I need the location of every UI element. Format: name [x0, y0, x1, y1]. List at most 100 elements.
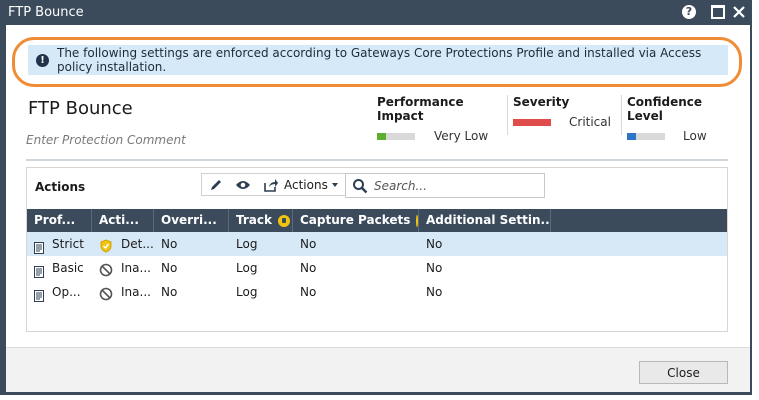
profile-icon — [34, 286, 44, 302]
divider — [26, 159, 728, 161]
table-row[interactable]: Op... Ina... No Log No No — [27, 280, 727, 304]
table-cell-track: Log — [229, 232, 293, 256]
cell-text: No — [426, 261, 443, 275]
column-header-track[interactable]: Track — [229, 209, 293, 232]
meter-segment — [404, 133, 415, 140]
close-icon[interactable] — [731, 4, 747, 20]
confidence-level: Confidence Level Low — [627, 95, 731, 145]
search-icon — [353, 179, 368, 194]
close-button[interactable]: Close — [639, 361, 728, 384]
dialog-content: ! The following settings are enforced ac… — [6, 25, 750, 392]
search-input[interactable] — [374, 178, 534, 193]
column-header-additional-settings[interactable]: Additional Settin... — [419, 209, 551, 232]
cell-text: Strict — [52, 237, 84, 251]
cell-text: Log — [236, 261, 258, 275]
lightbulb-icon — [416, 214, 418, 227]
cell-text: Det... — [121, 237, 154, 251]
cell-text: No — [161, 285, 178, 299]
info-banner: ! The following settings are enforced ac… — [28, 45, 728, 75]
edit-icon[interactable] — [209, 177, 223, 193]
table-row[interactable]: Basic Ina... No Log No No — [27, 256, 727, 280]
export-icon — [264, 179, 278, 192]
performance-impact-label: Performance Impact — [377, 95, 464, 123]
search-box — [345, 173, 545, 198]
inactive-icon — [99, 261, 113, 277]
shield-icon — [99, 237, 113, 253]
column-header-track-label: Track — [236, 213, 272, 227]
protection-comment-field[interactable]: Enter Protection Comment — [26, 133, 186, 147]
table-cell-capture: No — [293, 256, 419, 280]
inactive-icon — [99, 285, 113, 301]
meter-segment — [395, 133, 404, 140]
performance-impact-value: Very Low — [434, 129, 489, 143]
table-cell-additional: No — [419, 280, 551, 304]
meter-segment — [540, 119, 551, 126]
meter-segment — [645, 133, 654, 140]
table-cell-profile: Strict — [27, 232, 92, 256]
table-cell-override: No — [154, 280, 229, 304]
cell-text: No — [300, 237, 317, 251]
protection-title: FTP Bounce — [28, 98, 133, 119]
severity-label: Severity — [513, 95, 570, 109]
cell-text: No — [426, 285, 443, 299]
severity-value: Critical — [569, 115, 611, 129]
table-cell-track: Log — [229, 256, 293, 280]
table-cell-additional: No — [419, 256, 551, 280]
info-icon: ! — [36, 53, 49, 67]
table-cell-profile: Op... — [27, 280, 92, 304]
table-cell-override: No — [154, 232, 229, 256]
meter-segment — [636, 133, 645, 140]
cell-text: Op... — [52, 285, 81, 299]
meter-segment — [377, 133, 386, 140]
window-title: FTP Bounce — [8, 5, 84, 20]
table-cell-action: Ina... — [92, 256, 154, 280]
meter-segment — [531, 119, 540, 126]
dialog-window: FTP Bounce ? ! The following settings ar… — [0, 0, 752, 395]
table-row[interactable]: Strict Det... No Log No No — [27, 232, 727, 256]
actions-toolbar: Actions — [201, 173, 367, 196]
cell-text: Ina... — [121, 285, 151, 299]
column-header-capture-packets[interactable]: Capture Packets — [293, 209, 419, 232]
performance-impact: Performance Impact Very Low — [377, 95, 503, 145]
cell-text: No — [426, 237, 443, 251]
actions-menu-label: Actions — [284, 178, 328, 192]
meter-segment — [522, 119, 531, 126]
table-cell-action: Det... — [92, 232, 154, 256]
actions-menu-button[interactable]: Actions — [264, 177, 339, 193]
table-cell-capture: No — [293, 280, 419, 304]
view-icon[interactable] — [235, 177, 251, 193]
actions-panel: Actions Actions Prof... — [26, 167, 728, 332]
help-icon[interactable]: ? — [681, 4, 697, 20]
table-cell-action: Ina... — [92, 280, 154, 304]
cell-text: No — [300, 285, 317, 299]
meter-segment — [386, 133, 395, 140]
metric-divider — [507, 95, 508, 135]
table-header: Prof... Acti... Overri... Track Capture … — [27, 209, 727, 232]
column-header-override[interactable]: Overri... — [154, 209, 229, 232]
column-header-action[interactable]: Acti... — [92, 209, 154, 232]
cell-text: No — [161, 261, 178, 275]
severity: Severity Critical — [513, 95, 617, 131]
actions-heading: Actions — [35, 180, 86, 194]
metric-divider — [621, 95, 622, 135]
table-cell-override: No — [154, 256, 229, 280]
maximize-icon[interactable] — [710, 4, 726, 20]
dialog-footer: Close — [6, 347, 750, 392]
profile-icon — [34, 238, 44, 254]
meter-segment — [627, 133, 636, 140]
banner-text: The following settings are enforced acco… — [57, 46, 702, 74]
lightbulb-icon — [277, 214, 290, 227]
profile-icon — [34, 262, 44, 278]
confidence-level-label: Confidence Level — [627, 95, 703, 123]
cell-text: Log — [236, 237, 258, 251]
confidence-level-value: Low — [683, 129, 707, 143]
chevron-down-icon — [331, 183, 338, 187]
table-cell-profile: Basic — [27, 256, 92, 280]
cell-text: No — [161, 237, 178, 251]
column-header-capture-label: Capture Packets — [300, 213, 411, 227]
table-cell-track: Log — [229, 280, 293, 304]
cell-text: No — [300, 261, 317, 275]
table-cell-capture: No — [293, 232, 419, 256]
cell-text: Basic — [52, 261, 84, 275]
column-header-profile[interactable]: Prof... — [27, 209, 92, 232]
